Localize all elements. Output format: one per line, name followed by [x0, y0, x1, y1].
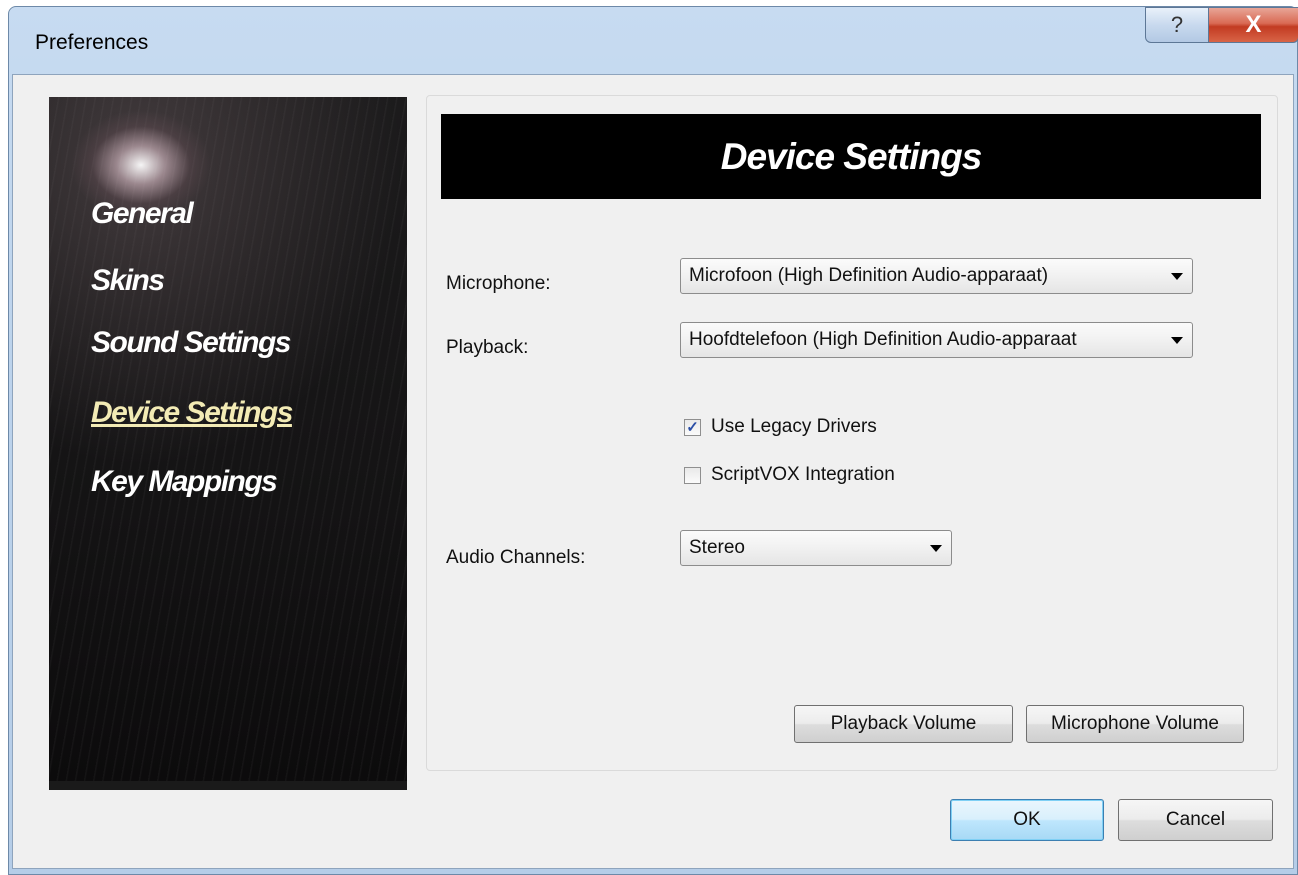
checkbox-unchecked-icon: [684, 466, 701, 484]
sidebar-footer-bar: [49, 781, 407, 790]
scriptvox-integration-checkbox[interactable]: ScriptVOX Integration: [684, 464, 895, 486]
legacy-drivers-label: Use Legacy Drivers: [711, 416, 877, 437]
sidebar-item-device-settings[interactable]: Device Settings: [91, 396, 293, 430]
help-button[interactable]: ?: [1145, 7, 1209, 43]
audio-channels-label: Audio Channels:: [446, 547, 586, 568]
dialog-client-area: General Skins Sound Settings Device Sett…: [12, 74, 1294, 869]
audio-channels-select[interactable]: Stereo: [680, 530, 952, 566]
sidebar-item-sound-settings[interactable]: Sound Settings: [91, 326, 292, 360]
playback-select-value: Hoofdtelefoon (High Definition Audio-app…: [689, 329, 1077, 350]
chevron-down-icon: [1162, 323, 1192, 357]
cancel-button[interactable]: Cancel: [1118, 799, 1273, 841]
legacy-drivers-checkbox[interactable]: ✓ Use Legacy Drivers: [684, 416, 877, 438]
chevron-down-icon: [921, 531, 951, 565]
device-settings-panel: Device Settings Microphone: Microfoon (H…: [426, 95, 1278, 771]
sidebar-item-general[interactable]: General: [91, 197, 194, 231]
playback-volume-button[interactable]: Playback Volume: [794, 705, 1013, 743]
checkbox-checked-icon: ✓: [684, 418, 701, 436]
microphone-volume-button[interactable]: Microphone Volume: [1026, 705, 1244, 743]
microphone-select-value: Microfoon (High Definition Audio-apparaa…: [689, 265, 1049, 286]
title-bar[interactable]: Preferences ? X: [9, 7, 1298, 73]
scriptvox-integration-label: ScriptVOX Integration: [711, 464, 895, 485]
window-title: Preferences: [35, 31, 149, 54]
close-button[interactable]: X: [1208, 7, 1298, 43]
close-icon: X: [1245, 11, 1262, 38]
microphone-select[interactable]: Microfoon (High Definition Audio-apparaa…: [680, 258, 1193, 294]
sidebar: General Skins Sound Settings Device Sett…: [49, 97, 407, 781]
preferences-window: Preferences ? X General Skins Sound Sett…: [8, 6, 1298, 875]
microphone-label: Microphone:: [446, 273, 551, 294]
ok-button[interactable]: OK: [950, 799, 1104, 841]
audio-channels-select-value: Stereo: [689, 537, 745, 558]
sidebar-item-key-mappings[interactable]: Key Mappings: [91, 465, 278, 499]
help-icon: ?: [1170, 12, 1184, 37]
sidebar-item-skins[interactable]: Skins: [91, 264, 165, 298]
panel-title: Device Settings: [441, 114, 1261, 199]
playback-select[interactable]: Hoofdtelefoon (High Definition Audio-app…: [680, 322, 1193, 358]
playback-label: Playback:: [446, 337, 529, 358]
chevron-down-icon: [1162, 259, 1192, 293]
